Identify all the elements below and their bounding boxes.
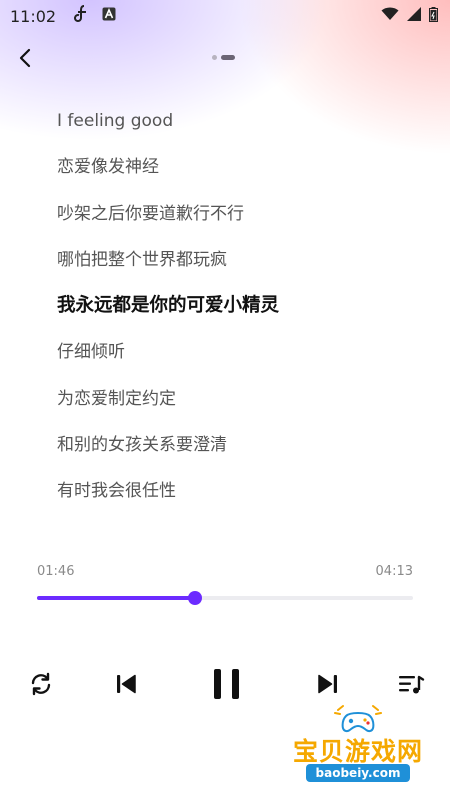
lyrics-list[interactable]: I feeling good 恋爱像发神经 吵架之后你要道歉行不行 哪怕把整个世… bbox=[57, 107, 437, 524]
pause-icon bbox=[214, 669, 239, 699]
repeat-icon bbox=[31, 672, 51, 696]
elapsed-time: 01:46 bbox=[37, 564, 75, 579]
previous-button[interactable] bbox=[104, 662, 148, 706]
status-bar: 11:02 bbox=[0, 0, 450, 32]
watermark-title: 宝贝游戏网 bbox=[292, 737, 423, 766]
progress-thumb[interactable] bbox=[187, 591, 202, 605]
lyric-line[interactable]: 恋爱像发神经 bbox=[57, 153, 437, 199]
progress-fill bbox=[37, 596, 195, 600]
music-app-icon bbox=[74, 5, 90, 27]
previous-icon bbox=[117, 674, 136, 694]
watermark-logo: 宝贝游戏网 baobeiy.com bbox=[276, 700, 440, 792]
page-dot-2-active[interactable] bbox=[221, 55, 235, 60]
lyric-line[interactable]: 有时我会很任性 bbox=[57, 477, 437, 523]
wifi-icon bbox=[381, 7, 399, 25]
repeat-button[interactable] bbox=[19, 662, 63, 706]
total-duration: 04:13 bbox=[375, 564, 413, 579]
lyric-line[interactable]: 仔细倾听 bbox=[57, 338, 437, 384]
watermark-domain: baobeiy.com bbox=[306, 764, 410, 782]
chevron-left-icon bbox=[19, 48, 31, 68]
status-time: 11:02 bbox=[10, 6, 57, 26]
font-app-icon bbox=[102, 7, 116, 25]
lyric-line[interactable]: I feeling good bbox=[57, 107, 437, 153]
lyric-line[interactable]: 和别的女孩关系要澄清 bbox=[57, 431, 437, 477]
lyric-line-current[interactable]: 我永远都是你的可爱小精灵 bbox=[57, 292, 437, 338]
progress-slider[interactable] bbox=[37, 591, 413, 605]
back-button[interactable] bbox=[12, 44, 40, 72]
playlist-icon bbox=[399, 675, 425, 694]
lyric-line[interactable]: 吵架之后你要道歉行不行 bbox=[57, 200, 437, 246]
top-bar bbox=[0, 40, 450, 76]
next-icon bbox=[318, 674, 337, 694]
page-dot-1[interactable] bbox=[212, 55, 217, 60]
lyric-line[interactable]: 为恋爱制定约定 bbox=[57, 385, 437, 431]
lyric-line[interactable]: 哪怕把整个世界都玩疯 bbox=[57, 246, 437, 292]
page-indicator[interactable] bbox=[212, 55, 235, 60]
signal-icon bbox=[407, 7, 421, 25]
battery-icon bbox=[429, 6, 438, 26]
pause-button[interactable] bbox=[205, 662, 249, 706]
time-row: 01:46 04:13 bbox=[37, 564, 413, 579]
